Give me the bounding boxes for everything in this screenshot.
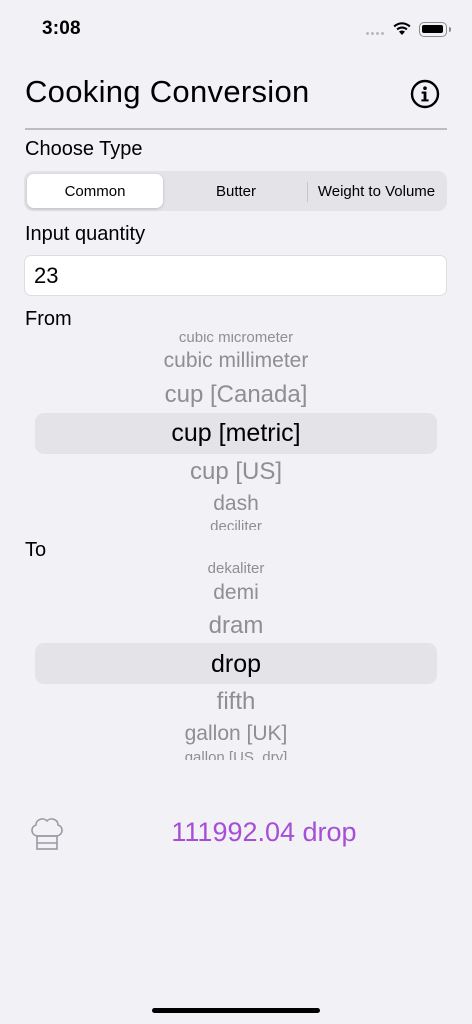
to-picker-item[interactable]: dekaliter (0, 562, 472, 574)
battery-icon (419, 22, 451, 37)
from-picker-item[interactable]: cubic micrometer (0, 332, 472, 344)
to-unit-picker[interactable]: dekaliter demi dram drop fifth gallon [U… (0, 562, 472, 760)
segment-weight-to-volume[interactable]: Weight to Volume (308, 174, 445, 208)
conversion-result: 111992.04 drop (171, 817, 357, 847)
page-title: Cooking Conversion (25, 74, 310, 109)
status-bar: 3:08 (0, 0, 472, 60)
from-picker-item[interactable]: cubic millimeter (0, 349, 472, 373)
choose-type-label: Choose Type (25, 138, 143, 160)
type-segmented-control: Common Butter Weight to Volume (24, 171, 447, 211)
to-picker-item[interactable]: gallon [US, dry] (0, 749, 472, 760)
header-divider (25, 128, 447, 130)
from-picker-selected-item[interactable]: cup [metric] (0, 419, 472, 448)
from-label: From (25, 308, 72, 330)
from-picker-item[interactable]: cup [US] (0, 458, 472, 486)
from-picker-item[interactable]: dash (0, 492, 472, 516)
to-picker-item[interactable]: dram (0, 612, 472, 640)
to-picker-item[interactable]: demi (0, 581, 472, 605)
input-quantity-label: Input quantity (25, 223, 146, 245)
from-picker-item[interactable]: deciliter (0, 518, 472, 530)
segment-butter[interactable]: Butter (166, 174, 306, 208)
wifi-icon (393, 22, 411, 35)
to-picker-selected-item[interactable]: drop (0, 650, 472, 679)
segment-common[interactable]: Common (27, 174, 163, 208)
info-icon[interactable] (410, 79, 440, 109)
home-indicator (152, 1008, 320, 1013)
cellular-signal-icon (366, 30, 386, 36)
status-time: 3:08 (42, 18, 81, 39)
from-unit-picker[interactable]: cubic micrometer cubic millimeter cup [C… (0, 332, 472, 530)
to-picker-item[interactable]: fifth (0, 688, 472, 716)
quantity-input[interactable]: 23 (24, 255, 447, 296)
from-picker-item[interactable]: cup [Canada] (0, 381, 472, 409)
to-label: To (25, 539, 47, 561)
to-picker-item[interactable]: gallon [UK] (0, 722, 472, 746)
